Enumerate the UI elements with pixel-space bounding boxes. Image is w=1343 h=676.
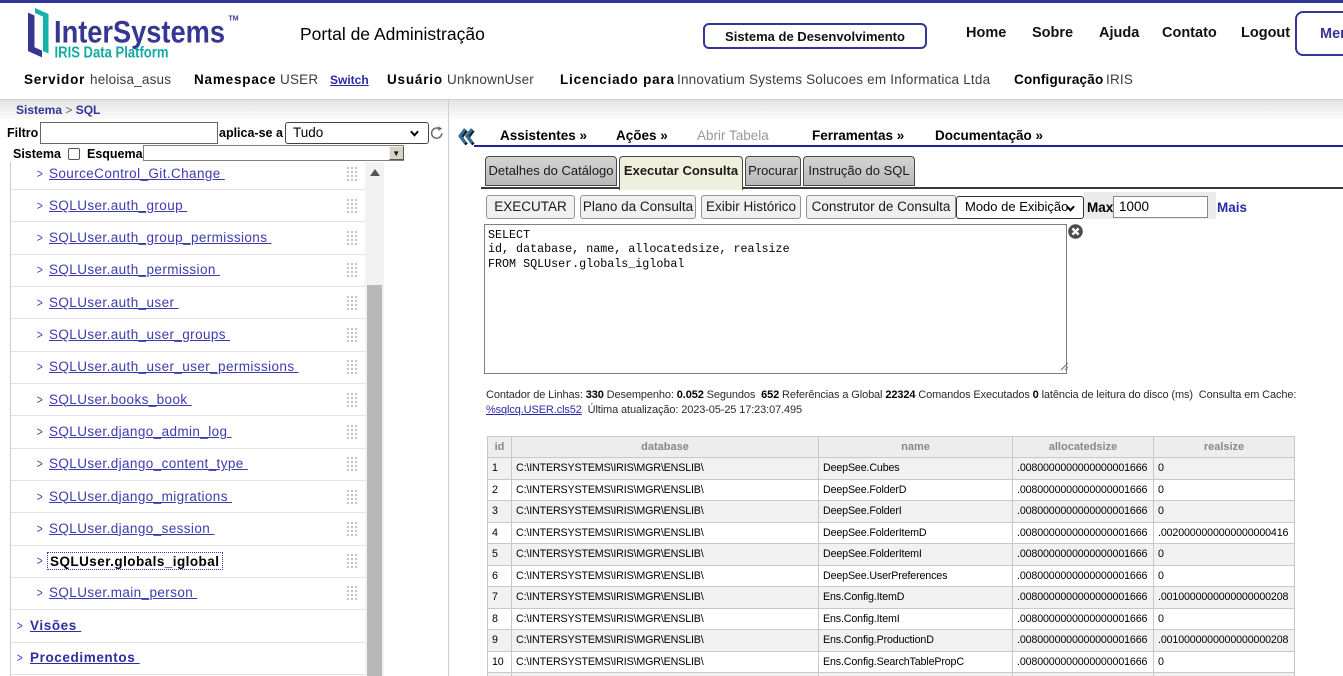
svg-text:TM: TM bbox=[229, 16, 239, 23]
svg-text:IRIS Data Platform: IRIS Data Platform bbox=[55, 45, 169, 61]
